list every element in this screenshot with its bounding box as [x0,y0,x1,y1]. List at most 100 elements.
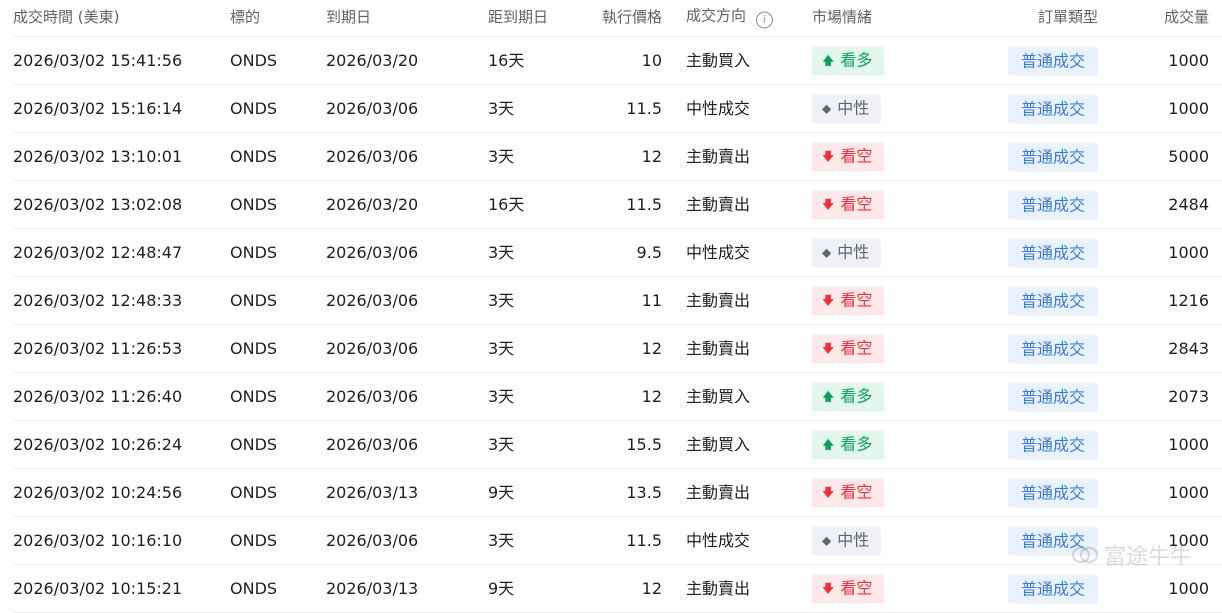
header-time[interactable]: 成交時間 (美東) [13,7,119,27]
trade-symbol: ONDS [230,242,278,262]
arrow-up-icon: 🡅 [822,389,835,404]
trade-time: 2026/03/02 15:41:56 [13,50,183,70]
table-row[interactable]: 2026/03/02 10:15:21 ONDS 2026/03/13 9天 12 主動賣… [13,565,1222,613]
table-row[interactable]: 2026/03/02 15:16:14 ONDS 2026/03/06 3天 11.5 中… [13,85,1222,133]
table-row[interactable]: 2026/03/02 10:24:56 ONDS 2026/03/13 9天 13.5 主… [13,469,1222,517]
trade-direction: 中性成交 [686,242,751,262]
order-type-badge: 普通成交 [1008,478,1099,507]
header-dte[interactable]: 距到期日 [488,7,548,27]
sentiment-badge: 🡅 看多 [812,382,885,411]
table-row[interactable]: 2026/03/02 11:26:53 ONDS 2026/03/06 3天 12 主動賣… [13,325,1222,373]
table-row[interactable]: 2026/03/02 13:10:01 ONDS 2026/03/06 3天 12 主動賣… [13,133,1222,181]
order-type-badge: 普通成交 [1008,286,1099,315]
arrow-down-icon: 🡇 [822,149,835,164]
trade-time: 2026/03/02 12:48:33 [13,290,183,310]
trade-direction: 主動買入 [686,434,751,454]
trade-volume: 2073 [1168,386,1209,406]
trade-dte: 3天 [488,386,515,406]
trade-volume: 1216 [1168,290,1209,310]
trade-sentiment: 🡇 看空 [812,334,885,363]
trade-order-type: 普通成交 [1008,46,1099,75]
order-type-badge: 普通成交 [1008,190,1099,219]
trade-dte: 3天 [488,530,515,550]
trade-volume: 1000 [1168,482,1209,502]
trade-direction: 主動賣出 [686,578,751,598]
trade-time: 2026/03/02 12:48:47 [13,242,183,262]
trade-dte: 9天 [488,482,515,502]
trade-symbol: ONDS [230,530,278,550]
trade-expiry: 2026/03/06 [326,386,419,406]
sentiment-label: 看空 [840,338,873,358]
sentiment-badge: 🡅 看多 [812,46,885,75]
sentiment-badge: 🡇 看空 [812,574,885,603]
trade-time: 2026/03/02 13:10:01 [13,146,183,166]
trade-direction: 主動買入 [686,50,751,70]
sentiment-badge: 🡅 看多 [812,430,885,459]
header-expiry[interactable]: 到期日 [326,7,371,27]
sentiment-badge: 🡇 看空 [812,334,885,363]
table-row[interactable]: 2026/03/02 13:02:08 ONDS 2026/03/20 16天 11.5… [13,181,1222,229]
order-type-badge: 普通成交 [1008,334,1099,363]
trade-symbol: ONDS [230,482,278,502]
trade-volume: 1000 [1168,242,1209,262]
arrow-down-icon: 🡇 [822,485,835,500]
trade-volume: 1000 [1168,434,1209,454]
table-row[interactable]: 2026/03/02 10:26:24 ONDS 2026/03/06 3天 15.5 主… [13,421,1222,469]
table-row[interactable]: 2026/03/02 10:16:10 ONDS 2026/03/06 3天 11.5 中… [13,517,1222,565]
diamond-icon: ◆ [822,245,832,260]
trade-time: 2026/03/02 10:26:24 [13,434,183,454]
trade-price: 12 [641,386,662,406]
header-price[interactable]: 執行價格 [602,7,662,27]
table-row[interactable]: 2026/03/02 11:26:40 ONDS 2026/03/06 3天 12 主動買… [13,373,1222,421]
trade-symbol: ONDS [230,194,278,214]
trade-dte: 9天 [488,578,515,598]
header-symbol[interactable]: 標的 [230,7,260,27]
trade-dte: 3天 [488,290,515,310]
header-volume[interactable]: 成交量 [1164,7,1209,27]
trade-expiry: 2026/03/06 [326,242,419,262]
trade-price: 11.5 [626,530,662,550]
trade-dte: 3天 [488,434,515,454]
arrow-up-icon: 🡅 [822,437,835,452]
table-row[interactable]: 2026/03/02 15:41:56 ONDS 2026/03/20 16天 10 主動… [13,37,1222,85]
trade-direction: 主動賣出 [686,194,751,214]
trade-volume: 1000 [1168,50,1209,70]
trade-price: 10 [641,50,662,70]
trade-expiry: 2026/03/13 [326,482,419,502]
order-type-badge: 普通成交 [1008,142,1099,171]
arrow-down-icon: 🡇 [822,581,835,596]
trade-symbol: ONDS [230,386,278,406]
table-row[interactable]: 2026/03/02 12:48:33 ONDS 2026/03/06 3天 11 主動賣… [13,277,1222,325]
info-icon[interactable]: i [756,11,774,29]
trade-dte: 3天 [488,338,515,358]
trade-sentiment: 🡇 看空 [812,478,885,507]
sentiment-badge: ◆ 中性 [812,238,882,267]
trade-price: 11.5 [626,98,662,118]
sentiment-badge: 🡇 看空 [812,190,885,219]
trade-order-type: 普通成交 [1008,382,1099,411]
watermark-text: 富途牛牛 [1103,545,1192,570]
arrow-down-icon: 🡇 [822,341,835,356]
trade-symbol: ONDS [230,434,278,454]
sentiment-label: 看空 [840,290,873,310]
trade-expiry: 2026/03/06 [326,290,419,310]
sentiment-label: 中性 [837,98,870,118]
trade-time: 2026/03/02 11:26:53 [13,338,183,358]
trade-order-type: 普通成交 [1008,94,1099,123]
diamond-icon: ◆ [822,101,832,116]
header-sentiment[interactable]: 市場情緒 [812,7,872,27]
trade-expiry: 2026/03/06 [326,98,419,118]
trade-symbol: ONDS [230,50,278,70]
arrow-up-icon: 🡅 [822,53,835,68]
trade-order-type: 普通成交 [1008,142,1099,171]
trade-price: 11 [641,290,662,310]
table-row[interactable]: 2026/03/02 12:48:47 ONDS 2026/03/06 3天 9.5 中性… [13,229,1222,277]
watermark: 富途牛牛 [1071,539,1192,571]
trade-expiry: 2026/03/06 [326,434,419,454]
header-order-type[interactable]: 訂單類型 [1038,7,1098,27]
trade-direction: 中性成交 [686,530,751,550]
trade-sentiment: ◆ 中性 [812,526,882,555]
trade-price: 12 [641,338,662,358]
trade-price: 11.5 [626,194,662,214]
trade-sentiment: 🡅 看多 [812,46,885,75]
